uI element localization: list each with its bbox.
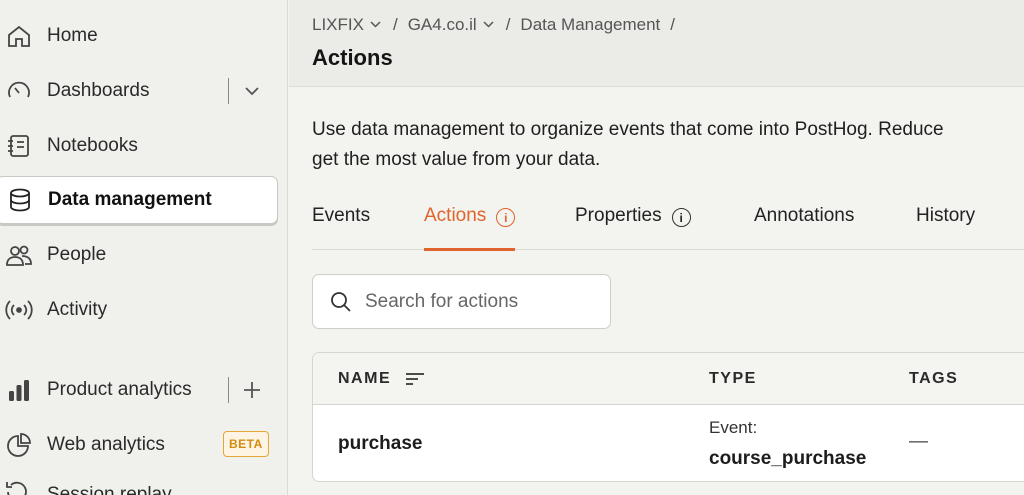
action-name-link[interactable]: purchase [338,433,422,455]
database-icon [4,184,36,216]
breadcrumb-project[interactable]: GA4.co.il [408,15,477,35]
tab-label: History [916,205,976,226]
breadcrumb-separator: / [505,15,511,34]
tab-bar: Events Actions i Properties i Annotation… [312,202,1024,251]
replay-icon [3,478,35,495]
sidebar-item-partial[interactable]: Session replay [3,478,172,495]
bar-chart-icon [3,374,35,406]
sidebar-item-notebooks[interactable]: Notebooks [0,122,286,170]
action-type-value: course_purchase [709,448,867,469]
breadcrumb-separator: / [670,15,676,34]
header-label: TYPE [709,370,757,387]
column-header-type: TYPE [709,370,757,388]
actions-table: NAME TYPE TAGS purchase Event: course_pu… [312,352,1024,482]
description-line: Use data management to organize events t… [312,119,944,140]
chevron-down-icon[interactable] [239,78,265,104]
tab-label: Properties [575,205,662,226]
tab-properties[interactable]: Properties i [575,202,691,250]
page-title: Actions [312,45,393,70]
info-icon[interactable]: i [496,208,516,227]
breadcrumb: LIXFIX / GA4.co.il / Data Management / [312,15,685,35]
sidebar-item-label: Dashboards [47,80,150,101]
sort-icon[interactable] [405,372,425,386]
column-header-tags: TAGS [909,370,958,388]
pie-chart-icon [3,429,35,461]
divider [228,78,229,104]
sidebar: Home Dashboards Notebooks Data managemen… [0,0,288,495]
home-icon [3,20,35,52]
sidebar-item-label: Notebooks [47,135,138,156]
page-description: Use data management to organize events t… [312,115,944,175]
sidebar-item-label: Activity [47,299,108,320]
tab-label: Annotations [754,205,855,226]
sidebar-item-people[interactable]: People [0,231,286,279]
notebook-icon [3,130,35,162]
chevron-down-icon[interactable] [483,19,494,31]
breadcrumb-org[interactable]: LIXFIX [312,15,364,35]
people-icon [3,239,35,271]
sidebar-item-label: People [47,244,107,265]
header-label: TAGS [909,370,959,387]
sidebar-item-label: Product analytics [47,379,192,400]
search-input[interactable] [365,290,605,313]
tab-events[interactable]: Events [312,202,370,250]
sidebar-item-label: Web analytics [47,434,165,455]
main-content: Use data management to organize events t… [289,88,1024,495]
sidebar-item-label: Data management [48,189,212,210]
top-header: LIXFIX / GA4.co.il / Data Management / A… [289,0,1024,87]
beta-badge: BETA [223,431,269,457]
info-icon[interactable]: i [671,208,691,227]
chevron-down-icon[interactable] [370,19,381,31]
sidebar-item-label: Home [47,25,98,46]
sidebar-item-home[interactable]: Home [0,12,286,60]
tab-actions[interactable]: Actions i [424,202,516,251]
search-icon [331,291,351,312]
table-header: NAME TYPE TAGS [313,353,1024,405]
plus-icon[interactable] [239,377,265,403]
action-tags: — [909,431,928,452]
breadcrumb-section[interactable]: Data Management [520,15,660,35]
tab-label: Events [312,205,371,226]
sidebar-item-data-management[interactable]: Data management [0,176,278,224]
breadcrumb-separator: / [392,15,398,34]
divider [228,377,229,403]
tab-label: Actions [424,205,487,226]
description-line: get the most value from your data. [312,149,601,170]
tab-history[interactable]: History [916,202,975,250]
action-type-label: Event: [709,418,758,437]
column-header-name[interactable]: NAME [338,370,425,388]
sidebar-item-activity[interactable]: Activity [0,286,286,334]
tab-annotations[interactable]: Annotations [754,202,854,250]
sidebar-item-label: Session replay [47,484,172,495]
gauge-icon [3,75,35,107]
broadcast-icon [3,294,35,326]
search-box [312,274,611,329]
header-label: NAME [338,370,392,387]
